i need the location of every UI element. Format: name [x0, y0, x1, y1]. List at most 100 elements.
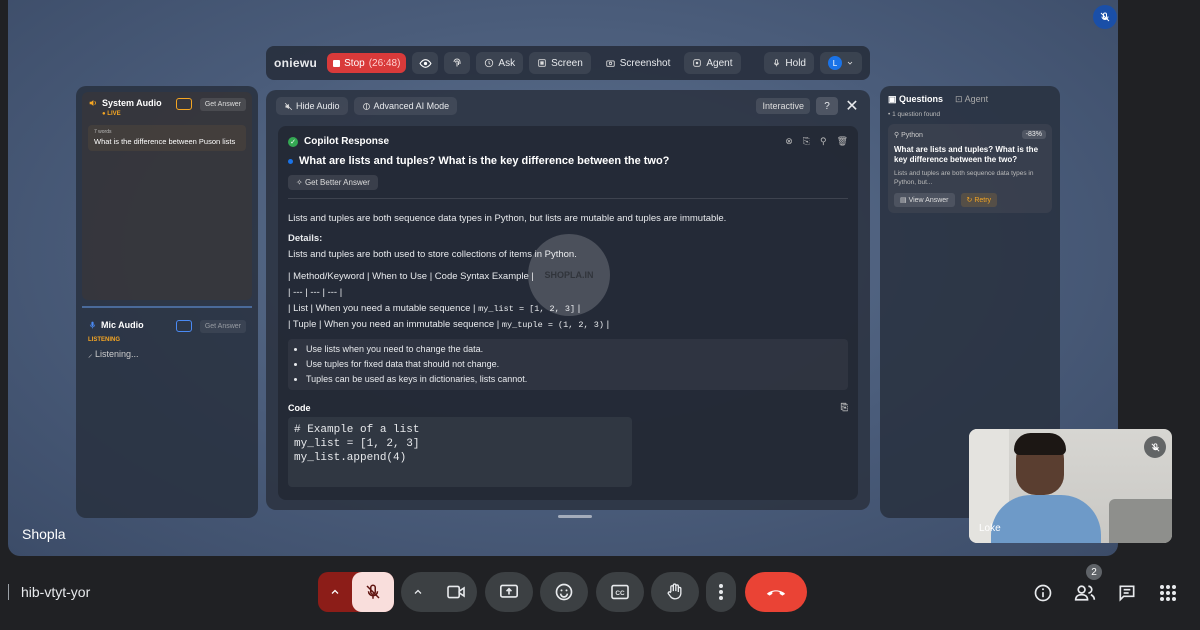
screen-button[interactable]: Screen — [529, 52, 591, 74]
people-icon[interactable] — [1074, 582, 1096, 604]
bullet-dot — [288, 158, 293, 164]
screenshot-label: Screenshot — [619, 57, 671, 69]
captions-button[interactable]: CC — [596, 572, 644, 612]
account-menu[interactable]: L — [820, 52, 862, 74]
get-better-answer-button[interactable]: ✧ Get Better Answer — [288, 175, 378, 190]
camera-control — [401, 572, 477, 612]
questions-found-count: • 1 question found — [888, 111, 941, 118]
activities-grid-icon[interactable] — [1157, 582, 1179, 604]
help-button[interactable]: ? — [816, 97, 838, 115]
code-label: Code — [288, 402, 311, 413]
chevron-down-icon — [847, 61, 853, 65]
mic-off-icon — [366, 584, 380, 599]
hide-audio-button[interactable]: Hide Audio — [276, 97, 348, 115]
presentation-stage: oniewu Stop (26:48) Ask Screen Screensho… — [8, 0, 1118, 556]
eye-button[interactable] — [412, 52, 439, 74]
self-view-tile[interactable]: Loke — [969, 429, 1172, 543]
video-camera-icon — [447, 585, 465, 599]
meeting-code: hib-vtyt-yor — [8, 584, 90, 600]
audio-panel: System Audio ● LIVE Get Answer 7 words W… — [76, 86, 258, 518]
meeting-info-icon[interactable] — [1032, 582, 1054, 604]
agent-label: Agent — [706, 57, 733, 69]
agent-button[interactable]: Agent — [684, 52, 741, 74]
listening-badge: LISTENING — [88, 337, 121, 343]
tab-agent[interactable]: ⊡ Agent — [955, 94, 988, 105]
app-logo: oniewu — [274, 56, 318, 70]
get-answer-button[interactable]: Get Answer — [199, 98, 246, 111]
emoji-icon — [555, 583, 573, 601]
advanced-ai-mode-button[interactable]: Advanced AI Mode — [353, 97, 458, 115]
word-count: 7 words — [94, 129, 112, 135]
close-icon[interactable]: ✕ — [844, 96, 860, 116]
link-icon[interactable] — [175, 98, 192, 110]
trash-icon[interactable]: 🗑 — [837, 136, 848, 147]
divider — [82, 306, 252, 308]
hide-audio-label: Hide Audio — [296, 101, 340, 111]
watermark-logo: SHOPLA.IN — [528, 234, 610, 316]
captions-icon: CC — [611, 584, 629, 600]
mic-icon — [774, 59, 780, 67]
mic-audio-card: Mic Audio Get Answer LISTENING ⸝ Listeni… — [82, 314, 252, 366]
question-card[interactable]: ⚲ Python -83% What are lists and tuples?… — [888, 124, 1052, 213]
speaker-icon — [89, 100, 96, 106]
copilot-toolbar: oniewu Stop (26:48) Ask Screen Screensho… — [266, 46, 870, 80]
hold-label: Hold — [785, 57, 806, 69]
question-text: What are lists and tuples? What is the k… — [299, 155, 670, 167]
muted-speaker-icon — [284, 102, 293, 110]
mic-icon — [89, 321, 96, 329]
close-circle-icon[interactable]: ⊗ — [785, 136, 793, 147]
language-tag: ⚲ Python — [894, 131, 923, 139]
response-title: Copilot Response — [304, 136, 390, 147]
link-icon[interactable] — [175, 320, 192, 332]
get-answer-button[interactable]: Get Answer — [199, 320, 246, 333]
fingerprint-button[interactable] — [444, 52, 471, 74]
check-icon: ✓ — [288, 136, 298, 147]
chat-icon[interactable] — [1116, 582, 1138, 604]
listening-text: Listening... — [95, 349, 139, 359]
mic-toggle-button[interactable] — [352, 572, 394, 612]
table-row-tuple: | Tuple | When you need an immutable seq… — [288, 319, 610, 330]
ask-button[interactable]: Ask — [476, 52, 524, 74]
hold-button[interactable]: Hold — [764, 52, 814, 74]
people-count-badge: 2 — [1086, 564, 1102, 580]
copy-icon[interactable]: ⎘ — [803, 136, 810, 147]
present-screen-button[interactable] — [485, 572, 533, 612]
mic-options-button[interactable] — [318, 586, 352, 598]
copy-icon[interactable]: ⎘ — [841, 402, 848, 413]
camera-toggle-button[interactable] — [435, 584, 477, 600]
fingerprint-icon — [453, 58, 461, 67]
interactive-toggle[interactable]: Interactive — [756, 98, 810, 114]
pin-icon[interactable]: ⚲ — [820, 136, 827, 147]
retry-button[interactable]: ↻ Retry — [960, 193, 998, 207]
drag-handle[interactable] — [558, 515, 592, 518]
raise-hand-button[interactable] — [651, 572, 699, 612]
session-timer: (26:48) — [368, 57, 401, 69]
agent-icon — [693, 59, 702, 67]
transcript-item: 7 words What is the difference between P… — [88, 125, 246, 151]
tab-questions[interactable]: ▣ Questions — [888, 94, 943, 105]
screenshot-button[interactable]: Screenshot — [597, 52, 679, 74]
stop-button[interactable]: Stop (26:48) — [327, 53, 407, 73]
muted-mic-icon — [1093, 5, 1117, 29]
system-audio-card: System Audio ● LIVE Get Answer 7 words W… — [82, 92, 252, 300]
emoji-reaction-button[interactable] — [540, 572, 588, 612]
brain-icon — [362, 102, 370, 110]
view-answer-button[interactable]: ▤ View Answer — [894, 193, 955, 207]
svg-text:CC: CC — [615, 590, 625, 597]
list-item: Use tuples for fixed data that should no… — [306, 357, 840, 372]
mic-audio-title: Mic Audio — [101, 320, 144, 330]
present-screen-icon — [500, 584, 518, 598]
more-vertical-icon — [719, 584, 723, 600]
mic-control — [318, 572, 394, 612]
card-question: What are lists and tuples? What is the k… — [894, 145, 1039, 164]
screen-label: Screen — [551, 57, 583, 69]
camera-icon — [606, 60, 615, 67]
wand-icon: ⸝ — [88, 349, 93, 359]
meeting-controls-bar: hib-vtyt-yor CC 2 — [0, 556, 1200, 630]
camera-options-button[interactable] — [401, 586, 435, 598]
advanced-ai-label: Advanced AI Mode — [373, 101, 450, 111]
hang-up-icon — [766, 590, 786, 596]
leave-call-button[interactable] — [745, 572, 807, 612]
more-options-button[interactable] — [706, 572, 736, 612]
eye-icon — [419, 58, 432, 68]
